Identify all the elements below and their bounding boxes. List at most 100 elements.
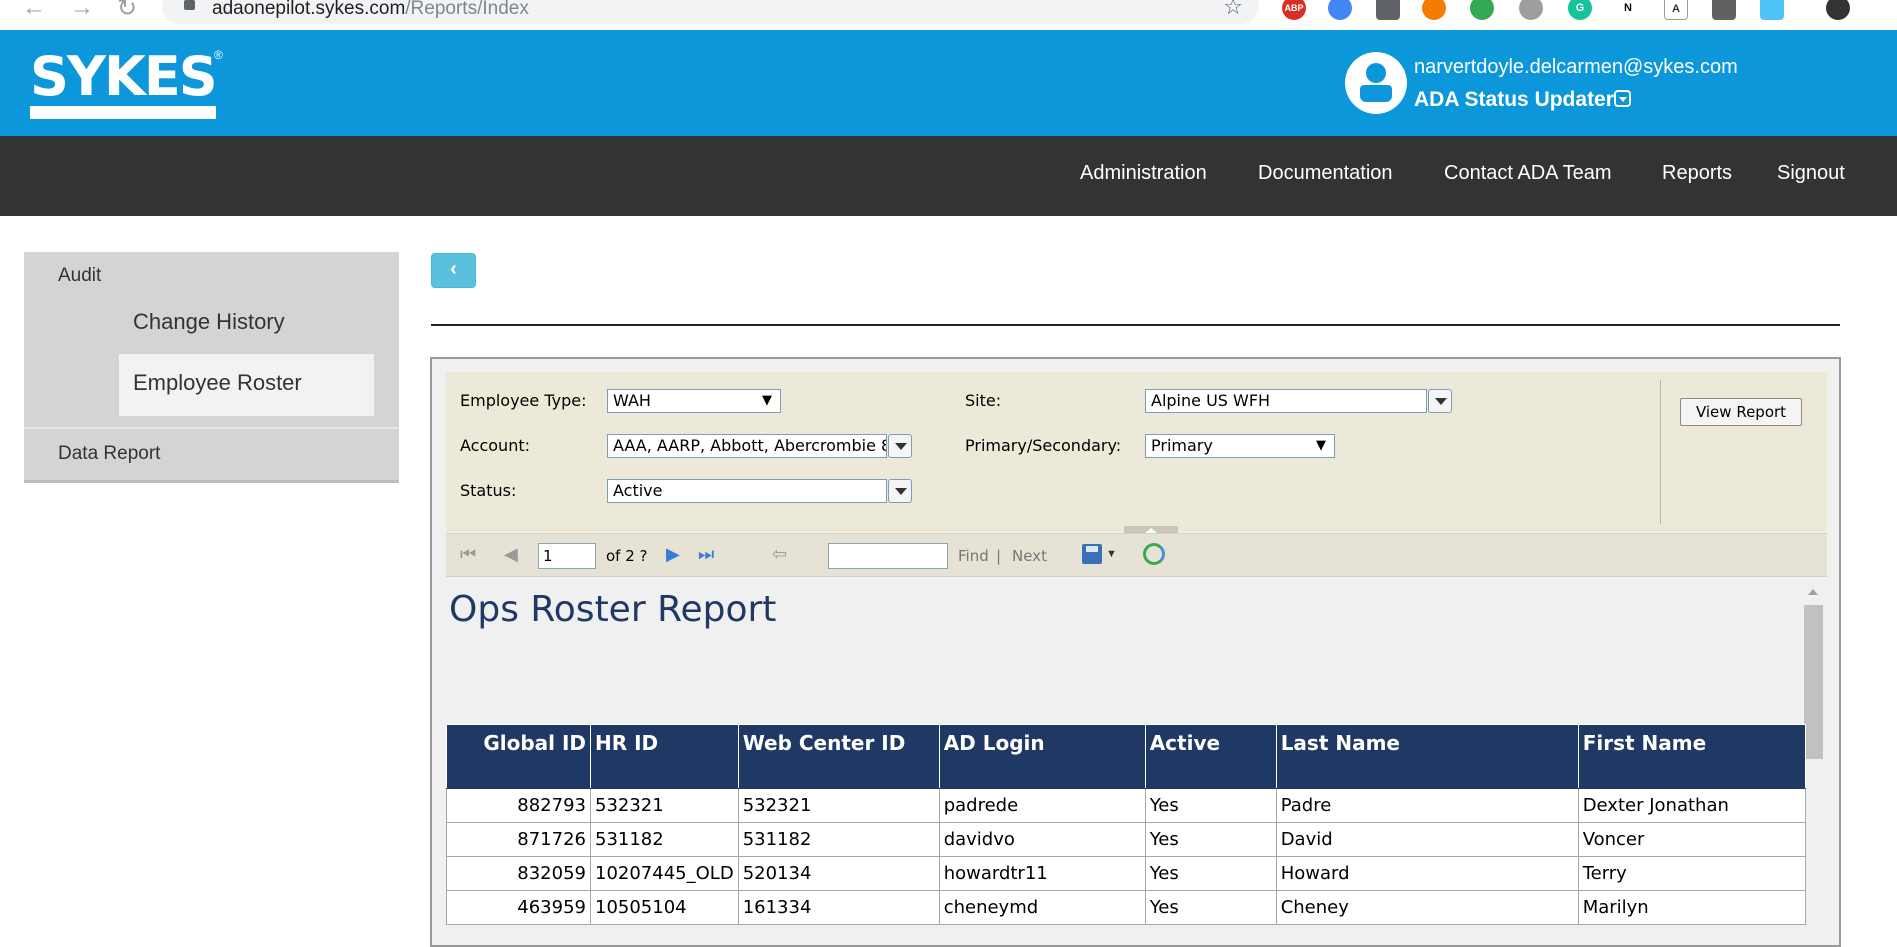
cell-active: Yes [1144,788,1277,823]
globe-extension-icon[interactable] [1470,0,1494,20]
column-header-last-name: Last Name [1275,724,1579,789]
find-link[interactable]: Find [958,547,989,565]
cell-last-name: Padre [1275,788,1579,823]
column-header-global-id: Global ID [446,724,591,789]
cell-first-name: Marilyn [1577,890,1806,925]
sidebar-item-employee-roster[interactable]: Employee Roster [119,354,374,416]
report-toolbar: ⏮ ◀ 1 of 2 ? ▶ ⏭ ⇦ Find | Next ▼ [446,533,1827,577]
primary-secondary-label: Primary/Secondary: [965,436,1122,455]
cell-last-name: Howard [1275,856,1579,891]
extension-icon[interactable] [1422,0,1446,20]
nav-administration[interactable]: Administration [1080,162,1207,185]
column-header-web-center-id: Web Center ID [737,724,940,789]
cell-active: Yes [1144,856,1277,891]
first-page-icon[interactable]: ⏮ [460,544,476,565]
extension-icon[interactable] [1328,0,1352,20]
previous-page-icon[interactable]: ◀ [504,544,518,565]
page-number-input[interactable]: 1 [538,543,596,569]
table-row: 871726 531182 531182 davidvo Yes David V… [446,822,1806,857]
primary-secondary-select[interactable]: Primary ▼ [1145,434,1335,458]
site-dropdown-button[interactable] [1428,389,1452,413]
sykes-logo[interactable]: SYKES [30,50,218,104]
sidebar-item-label: Employee Roster [133,370,302,395]
extension-icon[interactable]: N [1616,0,1640,20]
view-report-button[interactable]: View Report [1680,398,1802,426]
cell-global-id: 463959 [446,890,591,925]
cell-global-id: 882793 [446,788,591,823]
next-link[interactable]: Next [1012,547,1047,565]
cell-last-name: Cheney [1275,890,1579,925]
table-header-row: Global ID HR ID Web Center ID AD Login A… [446,724,1806,789]
last-page-icon[interactable]: ⏭ [698,544,714,565]
refresh-icon[interactable] [1143,543,1165,565]
table-row: 832059 10207445_OLD 520134 howardtr11 Ye… [446,856,1806,891]
user-role: ADA Status Updater [1414,88,1614,111]
adblock-extension-icon[interactable]: ABP [1282,0,1306,20]
user-email: narvertdoyle.delcarmen@sykes.com [1414,56,1738,78]
nav-reports[interactable]: Reports [1662,162,1732,185]
browser-toolbar: ← → ↻ adaonepilot.sykes.com/Reports/Inde… [0,0,1897,30]
browser-forward-icon[interactable]: → [70,0,94,22]
account-dropdown-button[interactable] [888,434,912,458]
sidebar-data-report[interactable]: Data Report [58,443,160,465]
cell-first-name: Voncer [1577,822,1806,857]
cell-web-center-id: 161334 [737,890,940,925]
browser-back-icon[interactable]: ← [22,0,46,22]
logo-registered-mark: ® [214,48,223,62]
cell-hr-id: 10207445_OLD [590,856,739,891]
profile-avatar-icon[interactable] [1826,0,1850,20]
nav-signout[interactable]: Signout [1777,162,1845,185]
cell-ad-login: padrede [938,788,1146,823]
site-header: SYKES ® narvertdoyle.delcarmen@sykes.com… [0,30,1897,136]
cell-last-name: David [1275,822,1579,857]
sidebar-bottom-border [24,480,399,483]
url-text: adaonepilot.sykes.com/Reports/Index [212,0,529,19]
facebook-extension-icon[interactable] [1376,0,1400,20]
cell-first-name: Dexter Jonathan [1577,788,1806,823]
nav-contact-ada-team[interactable]: Contact ADA Team [1444,162,1612,185]
table-row: 463959 10505104 161334 cheneymd Yes Chen… [446,890,1806,925]
back-to-parent-icon[interactable]: ⇦ [772,544,787,565]
column-header-hr-id: HR ID [590,724,739,789]
sidebar-audit[interactable]: Audit [58,265,101,287]
export-save-icon[interactable] [1082,544,1102,564]
role-dropdown-icon[interactable] [1614,90,1631,107]
chevron-left-icon: ‹ [450,258,457,280]
address-bar[interactable]: adaonepilot.sykes.com/Reports/Index ☆ [162,0,1259,24]
cell-global-id: 832059 [446,856,591,891]
find-separator: | [996,547,1002,565]
report-title: Ops Roster Report [449,589,777,630]
extension-icon[interactable]: A [1664,0,1688,20]
scrollbar-thumb[interactable] [1804,605,1823,759]
extension-icon[interactable] [1760,0,1784,20]
account-field[interactable]: AAA, AARP, Abbott, Abercrombie 8 [607,434,887,458]
status-dropdown-button[interactable] [888,479,912,503]
account-label: Account: [460,436,530,455]
extension-icon[interactable] [1712,0,1736,20]
next-page-icon[interactable]: ▶ [666,544,680,565]
site-field[interactable]: Alpine US WFH [1145,389,1427,413]
scroll-up-icon[interactable] [1808,589,1818,595]
employee-type-select[interactable]: WAH ▼ [607,389,781,413]
sidebar-item-change-history[interactable]: Change History [133,309,285,335]
cell-ad-login: howardtr11 [938,856,1146,891]
sidebar-divider [24,427,399,429]
status-field[interactable]: Active [607,479,887,503]
site-label: Site: [965,391,1002,410]
export-dropdown-icon[interactable]: ▼ [1106,548,1117,560]
grammarly-extension-icon[interactable]: G [1568,0,1592,20]
browser-reload-icon[interactable]: ↻ [117,0,137,23]
employee-type-label: Employee Type: [460,391,587,410]
find-text-input[interactable] [828,543,948,569]
nav-documentation[interactable]: Documentation [1258,162,1393,185]
logo-underline [30,106,216,119]
divider-line [431,324,1840,326]
extension-icon[interactable] [1519,0,1543,20]
report-parameters: Employee Type: WAH ▼ Account: AAA, AARP, … [446,372,1827,532]
column-header-active: Active [1144,724,1277,789]
cell-hr-id: 532321 [590,788,739,823]
bookmark-star-icon[interactable]: ☆ [1223,0,1243,20]
cell-web-center-id: 520134 [737,856,940,891]
back-button[interactable]: ‹ [431,253,476,288]
main-nav: Administration Documentation Contact ADA… [0,136,1897,216]
